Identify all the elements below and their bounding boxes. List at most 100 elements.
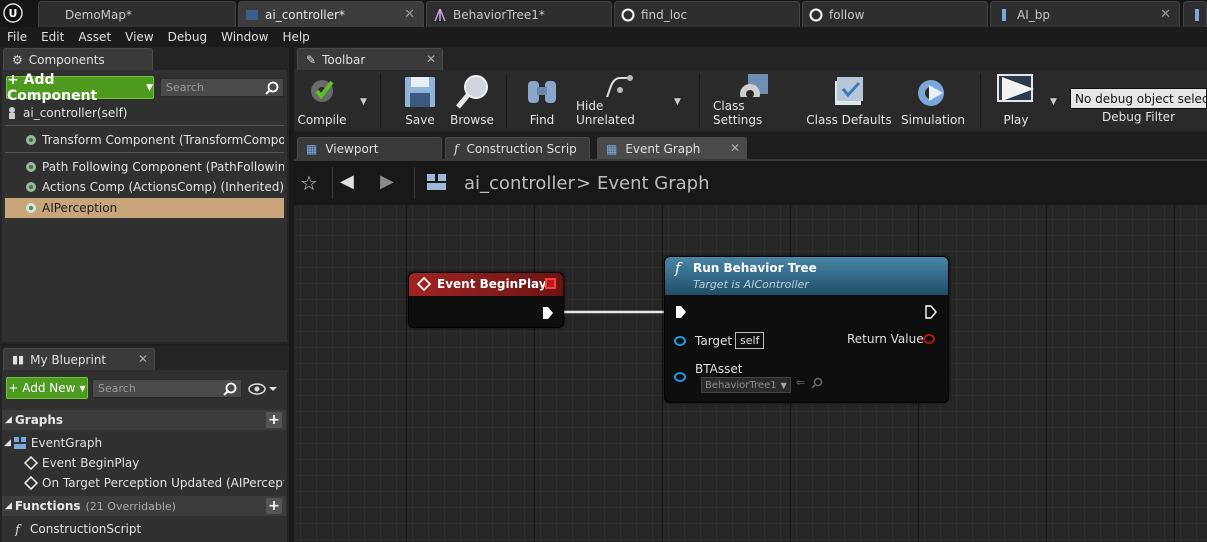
components-search-input[interactable]: Search — [160, 78, 284, 97]
component-row-aiperception[interactable]: AIPerception — [5, 198, 284, 218]
compile-options-chevron-icon[interactable]: ▼ — [360, 97, 367, 107]
event-graph-item[interactable]: ◢ EventGraph — [4, 433, 283, 453]
return-value-pin[interactable] — [923, 334, 935, 344]
exec-in-pin[interactable] — [675, 305, 687, 322]
class-settings-button[interactable]: Class Settings — [713, 70, 795, 131]
use-selected-arrow-icon[interactable]: ⇐ — [796, 376, 805, 389]
add-component-label: + Add Component — [7, 71, 98, 104]
event-item-beginplay[interactable]: Event BeginPlay — [24, 453, 284, 473]
my-blueprint-tab-label: My Blueprint — [30, 352, 107, 367]
event-diamond-icon — [416, 276, 432, 294]
component-row-path-following[interactable]: Path Following Component (PathFollowingC… — [24, 157, 284, 177]
person-icon — [5, 106, 19, 120]
back-arrow-icon[interactable]: ◀ — [340, 171, 354, 192]
component-row-actions-comp[interactable]: Actions Comp (ActionsComp) (Inherited) — [24, 177, 284, 197]
components-tab[interactable]: ⚙ Components — [3, 48, 153, 70]
btasset-dropdown[interactable]: BehaviorTree1 ▼ — [701, 377, 791, 393]
breadcrumb-blueprint[interactable]: ai_controller — [464, 173, 575, 194]
menu-file[interactable]: File — [0, 30, 34, 44]
component-row-self[interactable]: ai_controller(self) — [5, 103, 284, 123]
magnifier-icon — [456, 75, 488, 109]
doc-tab-overflow[interactable] — [1183, 1, 1207, 27]
doc-tab-find-loc[interactable]: find_loc — [614, 1, 800, 27]
exec-out-pin[interactable] — [542, 306, 554, 323]
menu-help[interactable]: Help — [275, 30, 316, 44]
btasset-pin[interactable] — [674, 372, 686, 382]
target-pin[interactable] — [674, 336, 686, 346]
class-defaults-button[interactable]: Class Defaults — [806, 70, 892, 131]
close-tab-icon[interactable]: ✕ — [730, 141, 740, 155]
chevron-down-icon: ◢ — [5, 501, 12, 511]
node-title: Event BeginPlay — [437, 277, 547, 291]
svg-text:U: U — [9, 7, 18, 20]
view-options-icon[interactable] — [247, 381, 279, 397]
doc-tab-follow[interactable]: follow — [802, 1, 988, 27]
menu-window[interactable]: Window — [214, 30, 275, 44]
search-placeholder: Search — [166, 81, 204, 94]
tab-construction-script[interactable]: f Construction Scrip — [445, 137, 590, 159]
add-function-button[interactable]: + — [266, 498, 282, 514]
menu-debug[interactable]: Debug — [161, 30, 214, 44]
class-settings-label: Class Settings — [713, 99, 763, 127]
close-tab-icon[interactable]: ✕ — [426, 52, 436, 66]
close-tab-icon[interactable]: ✕ — [404, 7, 415, 22]
my-blueprint-panel: ▮▮ My Blueprint ✕ + Add New ▼ Search ◢ G… — [0, 346, 289, 542]
toolbar-separator — [980, 74, 981, 128]
event-diamond-icon — [24, 455, 39, 471]
component-row-transform[interactable]: Transform Component (TransformComponent0… — [24, 130, 284, 150]
doc-tab-label: AI_bp — [1017, 7, 1050, 22]
construction-script-item[interactable]: f ConstructionScript — [12, 519, 282, 539]
functions-section-header[interactable]: ◢ Functions (21 Overridable) + — [2, 496, 286, 516]
doc-tab-behaviortree1[interactable]: BehaviorTree1* — [426, 1, 612, 27]
component-label: AIPerception — [42, 201, 118, 215]
close-tab-icon[interactable]: ✕ — [1160, 7, 1171, 22]
my-blueprint-search-input[interactable]: Search — [92, 379, 242, 398]
character-icon — [997, 8, 1011, 22]
menu-edit[interactable]: Edit — [34, 30, 71, 44]
menu-asset[interactable]: Asset — [71, 30, 118, 44]
event-beginplay-node[interactable]: Event BeginPlay — [408, 272, 564, 328]
toolbar-separator — [380, 74, 381, 128]
toolbar-tab[interactable]: ✎ Toolbar ✕ — [297, 48, 443, 70]
tab-viewport[interactable]: ▦ Viewport — [297, 137, 442, 159]
simulation-button[interactable]: Simulation — [901, 70, 965, 131]
browse-asset-icon[interactable] — [811, 377, 823, 392]
menu-view[interactable]: View — [118, 30, 160, 44]
tab-event-graph[interactable]: ▦ Event Graph ✕ — [597, 137, 747, 159]
play-button[interactable]: Play — [991, 70, 1041, 131]
delegate-pin[interactable] — [545, 278, 556, 289]
blueprint-tab-icon: ▮▮ — [12, 353, 25, 366]
tab-label: Construction Scrip — [466, 141, 577, 156]
unreal-logo-icon[interactable]: U — [3, 3, 23, 23]
play-options-chevron-icon[interactable]: ▼ — [1050, 97, 1057, 107]
component-label: Path Following Component (PathFollowingC… — [42, 160, 284, 174]
my-blueprint-tab[interactable]: ▮▮ My Blueprint ✕ — [3, 348, 155, 370]
compile-label: Compile — [297, 113, 347, 127]
binoculars-icon — [528, 81, 556, 103]
compile-button[interactable]: Compile — [297, 70, 347, 131]
graphs-section-header[interactable]: ◢ Graphs + — [2, 410, 286, 430]
close-tab-icon[interactable]: ✕ — [138, 352, 148, 366]
exec-out-pin[interactable] — [925, 305, 937, 322]
find-button[interactable]: Find — [522, 70, 562, 131]
add-graph-button[interactable]: + — [266, 412, 282, 428]
add-new-button[interactable]: + Add New ▼ — [6, 377, 88, 399]
favorite-star-icon[interactable]: ☆ — [300, 171, 318, 195]
doc-tab-ai-bp[interactable]: AI_bp ✕ — [990, 1, 1180, 27]
hide-unrelated-button[interactable]: Hide Unrelated — [576, 70, 656, 131]
browse-button[interactable]: Browse — [447, 70, 497, 131]
debug-object-select[interactable]: No debug object selected — [1070, 88, 1207, 109]
doc-tab-ai-controller[interactable]: ai_controller* ✕ — [238, 1, 424, 27]
event-graph-canvas[interactable]: Event BeginPlay f Run Behavior Tree Targ… — [294, 205, 1207, 542]
forward-arrow-icon[interactable]: ▶ — [380, 171, 394, 192]
search-icon — [223, 382, 237, 399]
run-behavior-tree-node[interactable]: f Run Behavior Tree Target is AIControll… — [664, 256, 949, 403]
chevron-down-icon: ◢ — [5, 415, 12, 425]
event-item-perception-updated[interactable]: On Target Perception Updated (AIPercepti… — [24, 473, 284, 493]
doc-tab-demomap[interactable]: DemoMap* — [38, 1, 236, 27]
toolbar-separator — [699, 74, 700, 128]
save-button[interactable]: Save — [400, 70, 440, 131]
btasset-label: BTAsset — [695, 362, 743, 376]
hide-unrelated-chevron-icon[interactable]: ▼ — [674, 97, 681, 107]
add-component-button[interactable]: + Add Component ▼ — [6, 72, 154, 104]
